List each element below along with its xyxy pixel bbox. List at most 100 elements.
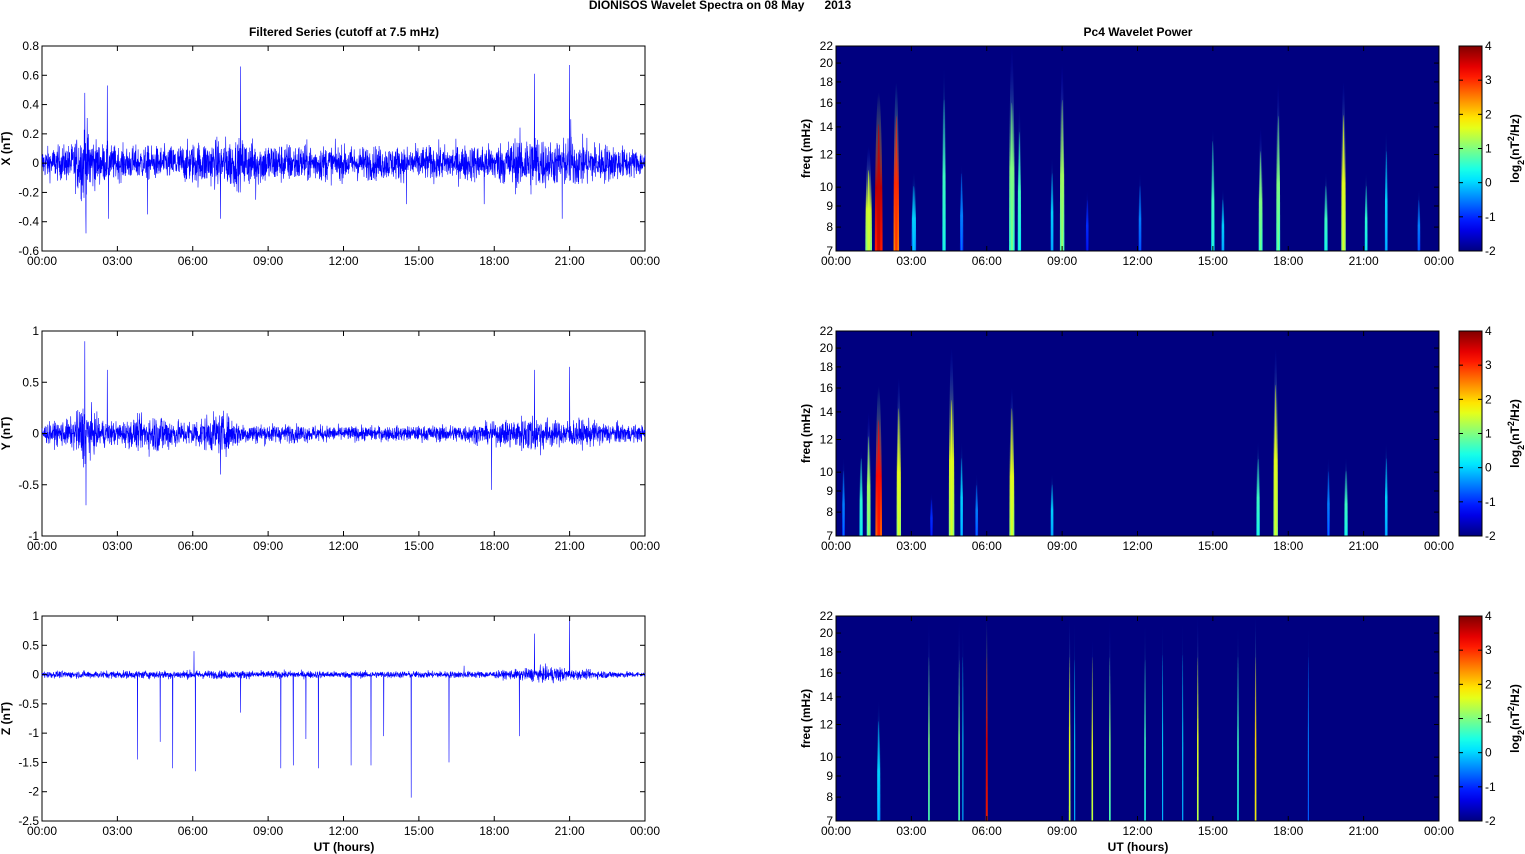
x-tick-label: 18:00: [479, 254, 509, 268]
y-tick-label: -0.5: [18, 697, 39, 711]
colorbar-tick-label: -1: [1485, 210, 1496, 224]
freq-tick-label: 8: [826, 790, 833, 804]
x-tick-label: 15:00: [404, 254, 434, 268]
y-tick-label: 1: [32, 324, 39, 338]
x-tick-label: 12:00: [1122, 539, 1152, 553]
freq-tick-label: 8: [826, 505, 833, 519]
colorbar-tick-label: -2: [1485, 529, 1496, 543]
x-tick-label: 00:00: [821, 254, 851, 268]
colorbar-tick-label: 4: [1485, 324, 1492, 338]
x-tick-label: 00:00: [1424, 824, 1454, 838]
colorbar-tick-label: -2: [1485, 244, 1496, 258]
freq-tick-label: 12: [820, 433, 834, 447]
freq-tick-label: 9: [826, 769, 833, 783]
x-tick-label: 09:00: [253, 824, 283, 838]
colorbar-tick-label: 0: [1485, 176, 1492, 190]
freq-tick-label: 22: [820, 324, 834, 338]
freq-tick-label: 14: [820, 120, 834, 134]
y-tick-label: 0.5: [22, 638, 39, 652]
x-tick-label: 00:00: [1424, 254, 1454, 268]
freq-tick-label: 14: [820, 405, 834, 419]
colorbar-tick-label: -2: [1485, 814, 1496, 828]
x-tick-label: 21:00: [1349, 254, 1379, 268]
x-tick-label: 06:00: [178, 539, 208, 553]
y-tick-label: -2: [28, 785, 39, 799]
freq-tick-label: 22: [820, 39, 834, 53]
colorbar-tick-label: 2: [1485, 107, 1492, 121]
x-tick-label: 15:00: [1198, 539, 1228, 553]
x-tick-label: 03:00: [896, 824, 926, 838]
x-tick-label: 18:00: [479, 824, 509, 838]
x-tick-label: 00:00: [821, 824, 851, 838]
right-column-title: Pc4 Wavelet Power: [1084, 25, 1193, 39]
freq-tick-label: 9: [826, 199, 833, 213]
freq-tick-label: 12: [820, 148, 834, 162]
freq-axis-label: freq (mHz): [799, 404, 813, 463]
x-tick-label: 12:00: [1122, 824, 1152, 838]
x-tick-label: 09:00: [1047, 254, 1077, 268]
freq-tick-label: 20: [820, 341, 834, 355]
x-tick-label: 00:00: [630, 254, 660, 268]
x-tick-label: 03:00: [102, 539, 132, 553]
x-tick-label: 18:00: [479, 539, 509, 553]
x-tick-label: 18:00: [1273, 539, 1303, 553]
y-tick-label: 0.5: [22, 375, 39, 389]
y-tick-label: -0.2: [18, 185, 39, 199]
spectrogram-background-Y: [836, 331, 1439, 536]
y-tick-label: -1.5: [18, 755, 39, 769]
x-tick-label: 00:00: [630, 824, 660, 838]
x-tick-label: 21:00: [555, 254, 585, 268]
spectrogram-background-X: [836, 46, 1439, 251]
freq-tick-label: 14: [820, 690, 834, 704]
colorbar-tick-label: 0: [1485, 746, 1492, 760]
colorbar-label: log2(nT2/Hz): [1506, 684, 1525, 753]
x-tick-label: 12:00: [1122, 254, 1152, 268]
y-tick-label: 0: [32, 668, 39, 682]
y-tick-label: 0.2: [22, 127, 39, 141]
colorbar-tick-label: 1: [1485, 712, 1492, 726]
colorbar-tick-label: 1: [1485, 142, 1492, 156]
freq-tick-label: 18: [820, 75, 834, 89]
colorbar-tick-label: 3: [1485, 73, 1492, 87]
colorbar-label: log2(nT2/Hz): [1506, 114, 1525, 183]
y-tick-label: 1: [32, 609, 39, 623]
x-tick-label: 06:00: [972, 824, 1002, 838]
x-axis-label-left: UT (hours): [314, 840, 375, 854]
left-column-title: Filtered Series (cutoff at 7.5 mHz): [249, 25, 439, 39]
colorbar-tick-label: 2: [1485, 677, 1492, 691]
y-axis-label: Y (nT): [0, 417, 13, 451]
x-tick-label: 15:00: [1198, 254, 1228, 268]
y-tick-label: 0: [32, 427, 39, 441]
x-tick-label: 15:00: [404, 539, 434, 553]
x-tick-label: 03:00: [896, 254, 926, 268]
freq-axis-label: freq (mHz): [799, 119, 813, 178]
x-tick-label: 06:00: [972, 539, 1002, 553]
x-tick-label: 00:00: [27, 254, 57, 268]
x-tick-label: 09:00: [1047, 539, 1077, 553]
x-tick-label: 09:00: [253, 539, 283, 553]
freq-tick-label: 20: [820, 56, 834, 70]
x-tick-label: 03:00: [102, 824, 132, 838]
colorbar-tick-label: 1: [1485, 427, 1492, 441]
y-tick-label: -1: [28, 726, 39, 740]
colorbar-tick-label: 3: [1485, 643, 1492, 657]
freq-tick-label: 16: [820, 96, 834, 110]
freq-tick-label: 8: [826, 220, 833, 234]
colorbar-tick-label: 4: [1485, 609, 1492, 623]
freq-tick-label: 16: [820, 381, 834, 395]
freq-tick-label: 12: [820, 718, 834, 732]
x-tick-label: 09:00: [253, 254, 283, 268]
colorbar-tick-label: 0: [1485, 461, 1492, 475]
y-tick-label: 0.6: [22, 68, 39, 82]
colorbar-tick-label: 2: [1485, 392, 1492, 406]
freq-tick-label: 10: [820, 750, 834, 764]
x-tick-label: 21:00: [555, 824, 585, 838]
freq-tick-label: 16: [820, 666, 834, 680]
freq-tick-label: 10: [820, 465, 834, 479]
figure: DIONISOS Wavelet Spectra on 08 May 2013 …: [0, 0, 1525, 854]
x-tick-label: 03:00: [896, 539, 926, 553]
colorbar-tick-label: -1: [1485, 495, 1496, 509]
y-tick-label: -0.4: [18, 215, 39, 229]
x-tick-label: 03:00: [102, 254, 132, 268]
freq-tick-label: 10: [820, 180, 834, 194]
